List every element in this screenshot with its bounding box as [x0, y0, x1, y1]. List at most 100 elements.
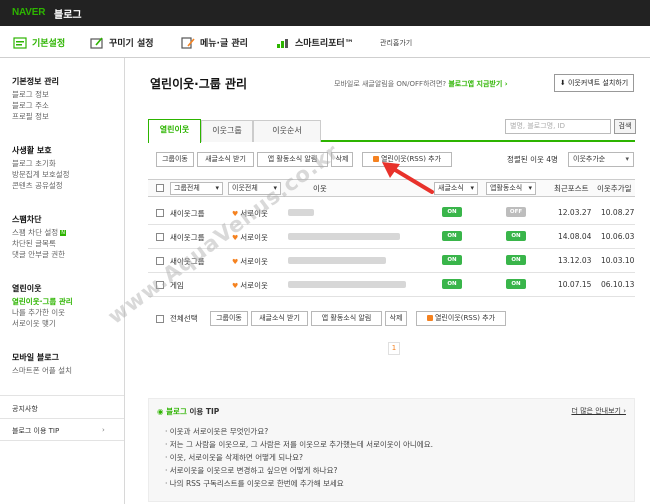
receive-news-button-bottom[interactable]: 새글소식 받기 — [251, 311, 308, 326]
row-checkbox[interactable] — [156, 209, 164, 217]
menu-tab-decorate[interactable]: 꾸미기 설정 — [90, 36, 154, 49]
app-activity-alert-button-bottom[interactable]: 앱 활동소식 알림 — [311, 311, 382, 326]
select-all-checkbox-bottom[interactable] — [156, 315, 164, 323]
app-activity-toggle[interactable]: ON — [506, 255, 526, 265]
sidebar-item[interactable]: 블로그 주소 — [12, 100, 59, 111]
delete-button[interactable]: 삭제 — [331, 152, 353, 167]
select-all-checkbox[interactable] — [156, 184, 164, 192]
install-neighbor-connect-button[interactable]: ⬇ 이웃커넥트 설치하기 — [554, 74, 634, 92]
sidebar-item[interactable]: 블로그 초기화 — [12, 158, 70, 169]
row-checkbox[interactable] — [156, 233, 164, 241]
menu-tab-smart-reporter[interactable]: 스마트리포터™ — [276, 36, 354, 49]
sidebar-item[interactable]: 차단된 글목록 — [12, 238, 66, 249]
sidebar-group-open-neighbors: 열린이웃 열린이웃·그룹 관리 나를 추가한 이웃 서로이웃 맺기 — [12, 283, 73, 329]
group-filter-select[interactable]: 그룹전체 ▾ — [170, 182, 223, 195]
sidebar-item[interactable]: 스마트폰 어플 설치 — [12, 365, 72, 376]
sidebar-group-title: 열린이웃 — [12, 284, 42, 293]
sort-order-value: 이웃추가순 — [573, 155, 606, 163]
blog-app-link[interactable]: 블로그앱 지금받기 › — [448, 80, 507, 88]
heart-icon: ♥ — [232, 258, 239, 266]
sidebar-group-title: 모바일 블로그 — [12, 353, 59, 362]
blurred-neighbor-name[interactable] — [288, 209, 314, 216]
rss-icon — [426, 315, 433, 321]
app-activity-toggle[interactable]: OFF — [506, 207, 526, 217]
news-toggle[interactable]: ON — [442, 255, 462, 265]
menu-tab-basic-settings[interactable]: 기본설정 — [13, 36, 65, 49]
sort-order-select[interactable]: 이웃추가순 ▾ — [568, 152, 634, 167]
news-toggle[interactable]: ON — [442, 231, 462, 241]
table-row: 새이웃그룹 ♥ 서로이웃 ON ON 14.08.04 10.06.03 — [148, 225, 635, 249]
news-toggle[interactable]: ON — [442, 279, 462, 289]
tip-link[interactable]: · 이웃과 서로이웃은 무엇인가요? — [165, 426, 268, 437]
blurred-neighbor-name[interactable] — [288, 281, 406, 288]
naver-logo[interactable]: NAVER — [12, 7, 45, 18]
select-value: 이웃전체 — [232, 184, 258, 192]
blog-logo[interactable]: 블로그 — [54, 6, 82, 21]
blurred-neighbor-name[interactable] — [288, 233, 400, 240]
chevron-right-icon: › — [102, 426, 105, 434]
relation-label: 서로이웃 — [240, 257, 268, 266]
menu-tab-menu-posts[interactable]: 메뉴·글 관리 — [181, 36, 248, 49]
table-row: 새이웃그룹 ♥ 서로이웃 ON OFF 12.03.27 10.08.27 — [148, 201, 635, 225]
row-checkbox[interactable] — [156, 281, 164, 289]
sidebar-item[interactable]: 서로이웃 맺기 — [12, 318, 73, 329]
move-group-button[interactable]: 그룹이동 — [156, 152, 194, 167]
relation-label: 서로이웃 — [240, 233, 268, 242]
news-filter-select[interactable]: 새글소식 ▾ — [434, 182, 478, 195]
sidebar-divider — [0, 418, 124, 419]
move-group-button-bottom[interactable]: 그룹이동 — [210, 311, 248, 326]
app-activity-alert-button[interactable]: 앱 활동소식 알림 — [257, 152, 328, 167]
tab-neighbor-order[interactable]: 이웃순서 — [253, 120, 321, 142]
sidebar-divider — [0, 395, 124, 396]
tab-open-neighbors[interactable]: 열린이웃 — [148, 119, 201, 143]
sidebar-item-neighbor-group-manage[interactable]: 열린이웃·그룹 관리 — [12, 296, 73, 307]
column-added-date: 이웃추가일 — [597, 184, 632, 193]
receive-news-button[interactable]: 새글소식 받기 — [197, 152, 254, 167]
select-all-label[interactable]: 전체선택 — [170, 313, 198, 324]
settings-page-icon — [13, 36, 27, 49]
sidebar-item[interactable]: 프로필 정보 — [12, 111, 59, 122]
row-recent-post: 12.03.27 — [558, 208, 592, 217]
menu-tab-label: 관리홈가기 — [380, 39, 413, 47]
tab-neighbor-groups[interactable]: 이웃그룹 — [201, 120, 253, 142]
reporter-chart-icon — [277, 38, 288, 48]
sidebar-group-title: 기본정보 관리 — [12, 77, 59, 86]
tip-link[interactable]: · 저는 그 사람을 이웃으로, 그 사람은 저를 이웃으로 추가했는데 서로이… — [165, 439, 433, 450]
sidebar-item[interactable]: 스팸 차단 설정 N — [12, 227, 67, 238]
sidebar-group-mobile: 모바일 블로그 스마트폰 어플 설치 — [12, 352, 72, 376]
row-checkbox[interactable] — [156, 257, 164, 265]
row-recent-post: 14.08.04 — [558, 232, 592, 241]
pencil-frame-icon — [90, 36, 103, 49]
sidebar: 기본정보 관리 블로그 정보 블로그 주소 프로필 정보 사생활 보호 블로그 … — [0, 58, 125, 504]
column-neighbor: 이웃 — [313, 184, 327, 193]
sidebar-item[interactable]: 댓글 안부글 권한 — [12, 249, 66, 260]
row-group: 새이웃그룹 — [170, 257, 205, 266]
add-rss-neighbor-button-bottom[interactable]: 열린이웃(RSS) 추가 — [416, 311, 506, 326]
row-added-date: 10.03.10 — [601, 256, 635, 265]
app-activity-filter-select[interactable]: 앱활동소식 ▾ — [486, 182, 536, 195]
search-button[interactable]: 검색 — [614, 119, 636, 134]
app-activity-toggle[interactable]: ON — [506, 279, 526, 289]
tip-link[interactable]: · 서로이웃을 이웃으로 변경하고 싶으면 어떻게 하나요? — [165, 465, 337, 476]
delete-button-bottom[interactable]: 삭제 — [385, 311, 407, 326]
app-activity-toggle[interactable]: ON — [506, 231, 526, 241]
sidebar-item[interactable]: 블로그 정보 — [12, 89, 59, 100]
tip-link[interactable]: · 이웃, 서로이웃을 삭제하면 어떻게 되나요? — [165, 452, 303, 463]
neighbor-search-input[interactable]: 별명, 블로그명, ID — [505, 119, 611, 134]
neighbor-filter-select[interactable]: 이웃전체 ▾ — [228, 182, 281, 195]
news-toggle[interactable]: ON — [442, 207, 462, 217]
sidebar-item[interactable]: 나를 추가한 이웃 — [12, 307, 73, 318]
heart-icon: ♥ — [232, 234, 239, 242]
column-recent-post: 최근포스트 — [554, 184, 589, 193]
sidebar-item[interactable]: 콘텐츠 공유설정 — [12, 180, 70, 191]
blurred-neighbor-name[interactable] — [288, 257, 386, 264]
sidebar-item[interactable]: 방문집계 보호설정 — [12, 169, 70, 180]
settings-menu-bar: 기본설정 꾸미기 설정 메뉴·글 관리 스마트리포터™ 관리홈가기 — [0, 26, 650, 58]
page-number[interactable]: 1 — [388, 342, 400, 355]
tip-link[interactable]: · 나의 RSS 구독리스트를 이웃으로 한번에 추가해 보세요 — [165, 478, 344, 489]
sidebar-notice-link[interactable]: 공지사항 — [12, 404, 38, 414]
more-guide-link[interactable]: 더 많은 안내보기 › — [571, 406, 626, 416]
table-row: 새이웃그룹 ♥ 서로이웃 ON ON 13.12.03 10.03.10 — [148, 249, 635, 273]
sidebar-tip-link[interactable]: 블로그 이용 TIP — [12, 426, 59, 436]
menu-admin-home-link[interactable]: 관리홈가기 — [380, 38, 412, 48]
